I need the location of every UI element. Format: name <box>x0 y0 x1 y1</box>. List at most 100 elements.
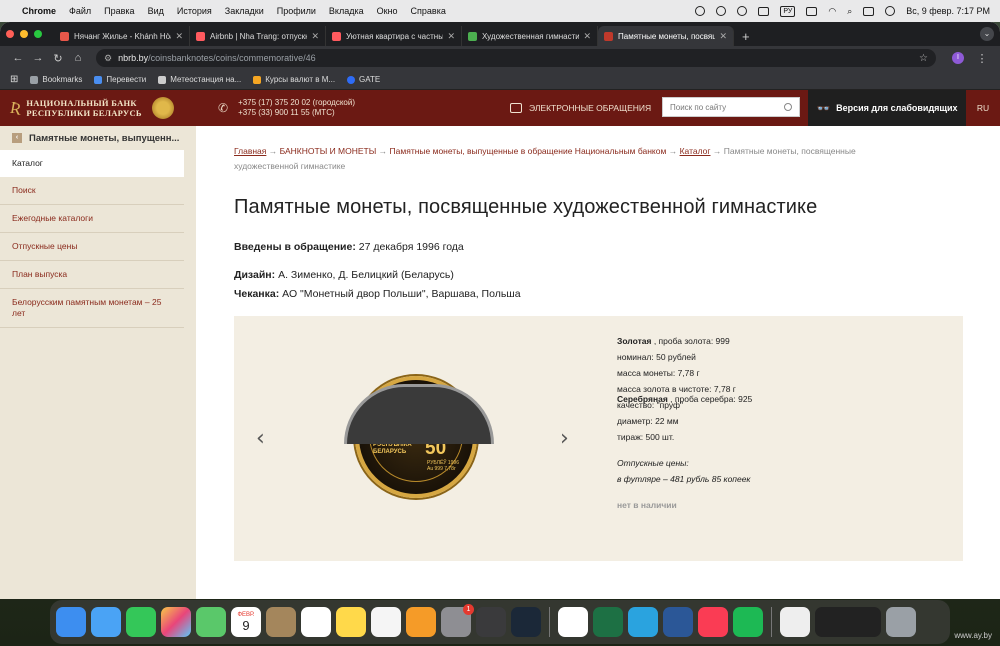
chevron-right-icon[interactable]: › <box>560 426 569 451</box>
notes-icon[interactable] <box>336 607 366 637</box>
sidebar-section-link[interactable]: ‹ Памятные монеты, выпущенн... <box>0 126 196 150</box>
pages-icon[interactable] <box>406 607 436 637</box>
finder-icon[interactable] <box>56 607 86 637</box>
menu-app-name[interactable]: Chrome <box>22 6 56 16</box>
breadcrumb-catalog[interactable]: Каталог <box>680 146 711 156</box>
menu-view[interactable]: Вид <box>148 6 164 16</box>
menu-bookmarks[interactable]: Закладки <box>225 6 264 16</box>
play-icon[interactable] <box>737 6 748 16</box>
chevron-left-icon[interactable]: ‹ <box>256 426 265 451</box>
tab-close-icon[interactable]: ✕ <box>311 31 319 42</box>
browser-tab[interactable]: Airbnb | Nha Trang: отпускные ✕ <box>190 26 326 46</box>
zoom-window-button[interactable] <box>34 30 42 38</box>
tab-search-chevron-icon[interactable]: ⌄ <box>980 27 994 41</box>
control-center-icon[interactable] <box>863 6 875 16</box>
sidebar-item-25-years[interactable]: Белорусским памятным монетам – 25 лет <box>0 289 184 328</box>
bookmark-item[interactable]: Метеостанция на... <box>158 75 241 84</box>
accessibility-version-button[interactable]: 👓 Версия для слабовидящих <box>808 90 966 126</box>
contacts-icon[interactable] <box>266 607 296 637</box>
menu-file[interactable]: Файл <box>69 6 91 16</box>
address-bar[interactable]: ⚙ nbrb.by/coinsbanknotes/coins/commemora… <box>96 49 936 67</box>
system-settings-icon[interactable]: 1 <box>441 604 474 637</box>
music-icon[interactable] <box>698 607 728 637</box>
freeform-icon[interactable] <box>371 607 401 637</box>
tab-title: Памятные монеты, посвящен <box>618 31 715 41</box>
minimize-window-button[interactable] <box>20 30 28 38</box>
phone-mobile[interactable]: +375 (33) 900 11 55 (МТС) <box>238 108 355 118</box>
new-tab-button[interactable]: + <box>734 26 758 46</box>
calendar-icon[interactable]: ФЕВР. 9 <box>231 607 261 637</box>
spotlight-search-icon[interactable]: ⌕ <box>847 6 852 17</box>
telegram-icon[interactable] <box>628 607 658 637</box>
breadcrumb-commemorative[interactable]: Памятные монеты, выпущенные в обращение … <box>390 146 667 156</box>
sidebar-item-release-plan[interactable]: План выпуска <box>0 261 184 289</box>
wifi-icon[interactable]: ◠ <box>828 6 836 17</box>
steam-icon[interactable] <box>511 607 541 637</box>
safari-icon[interactable] <box>91 607 121 637</box>
site-info-icon[interactable]: ⚙ <box>104 53 112 64</box>
apps-grid-icon[interactable]: ⊞ <box>10 74 18 85</box>
reminders-icon[interactable] <box>301 607 331 637</box>
tab-close-icon[interactable]: ✕ <box>175 31 183 42</box>
sidebar-item-search[interactable]: Поиск <box>0 177 184 205</box>
chrome-icon[interactable] <box>558 607 588 637</box>
photos-icon[interactable] <box>161 607 191 637</box>
maps-icon[interactable] <box>196 607 226 637</box>
menu-tab[interactable]: Вкладка <box>329 6 364 16</box>
word-icon[interactable] <box>663 607 693 637</box>
bookmark-star-icon[interactable]: ☆ <box>919 53 928 64</box>
bookmark-item[interactable]: Курсы валют в М... <box>253 75 335 84</box>
menu-help[interactable]: Справка <box>411 6 446 16</box>
pdf-document-icon[interactable] <box>780 607 810 637</box>
menu-window[interactable]: Окно <box>377 6 398 16</box>
sidebar-item-annual-catalogs[interactable]: Ежегодные каталоги <box>0 205 184 233</box>
battery-status-icon[interactable] <box>758 6 770 16</box>
messages-icon[interactable] <box>126 607 156 637</box>
menu-profiles[interactable]: Профили <box>277 6 316 16</box>
tab-close-icon[interactable]: ✕ <box>583 31 591 42</box>
back-arrow-icon[interactable]: ← <box>8 52 28 64</box>
language-switcher[interactable]: RU <box>966 90 1000 126</box>
site-search-input[interactable]: Поиск по сайту <box>662 97 800 117</box>
input-source-indicator[interactable]: РУ <box>780 5 796 17</box>
recent-windows-icon[interactable] <box>815 607 881 637</box>
search-icon[interactable] <box>784 103 792 111</box>
menu-history[interactable]: История <box>177 6 212 16</box>
breadcrumb-banknotes-coins[interactable]: БАНКНОТЫ И МОНЕТЫ <box>280 146 377 156</box>
bookmark-item[interactable]: Bookmarks <box>30 75 82 84</box>
dock-separator <box>549 607 550 637</box>
tab-close-icon[interactable]: ✕ <box>719 31 727 42</box>
trash-icon[interactable] <box>886 607 916 637</box>
sidebar-item-catalog[interactable]: Каталог <box>0 150 184 177</box>
forward-arrow-icon[interactable]: → <box>28 52 48 64</box>
menu-edit[interactable]: Правка <box>104 6 134 16</box>
search-placeholder: Поиск по сайту <box>670 102 727 112</box>
browser-tab[interactable]: Художественная гимнастика ✕ <box>462 26 598 46</box>
reload-icon[interactable]: ↻ <box>48 52 68 65</box>
browser-tab[interactable]: Уютная квартира с частными ✕ <box>326 26 462 46</box>
excel-icon[interactable] <box>593 607 623 637</box>
spotify-icon[interactable] <box>733 607 763 637</box>
breadcrumb-home[interactable]: Главная <box>234 146 266 156</box>
browser-tab[interactable]: Нячанг Жилье - Khánh Hòa, ✕ <box>54 26 190 46</box>
bookmark-item[interactable]: Перевести <box>94 75 146 84</box>
breadcrumb-separator: → <box>268 146 278 156</box>
home-icon[interactable]: ⌂ <box>68 52 88 64</box>
calculator-icon[interactable] <box>476 607 506 637</box>
siri-icon[interactable] <box>885 6 896 16</box>
menubar-clock[interactable]: Вс, 9 февр. 7:17 PM <box>906 6 990 16</box>
e-appeals-link[interactable]: ЭЛЕКТРОННЫЕ ОБРАЩЕНИЯ <box>510 90 651 126</box>
close-window-button[interactable] <box>6 30 14 38</box>
phone-landline[interactable]: +375 (17) 375 20 02 (городской) <box>238 98 355 108</box>
status-icon[interactable] <box>716 6 727 16</box>
browser-tab-active[interactable]: Памятные монеты, посвящен ✕ <box>598 26 734 46</box>
sidebar-item-prices[interactable]: Отпускные цены <box>0 233 184 261</box>
profile-avatar[interactable]: I <box>952 52 964 64</box>
display-icon[interactable] <box>806 6 818 16</box>
tab-close-icon[interactable]: ✕ <box>447 31 455 42</box>
bookmark-item[interactable]: GATE <box>347 75 380 84</box>
window-controls <box>6 22 42 46</box>
chrome-menu-icon[interactable]: ⋮ <box>972 52 992 65</box>
site-logo[interactable]: Ʀ НАЦИОНАЛЬНЫЙ БАНК РЕСПУБЛИКИ БЕЛАРУСЬ <box>0 97 210 119</box>
creative-cloud-icon[interactable] <box>695 6 706 16</box>
